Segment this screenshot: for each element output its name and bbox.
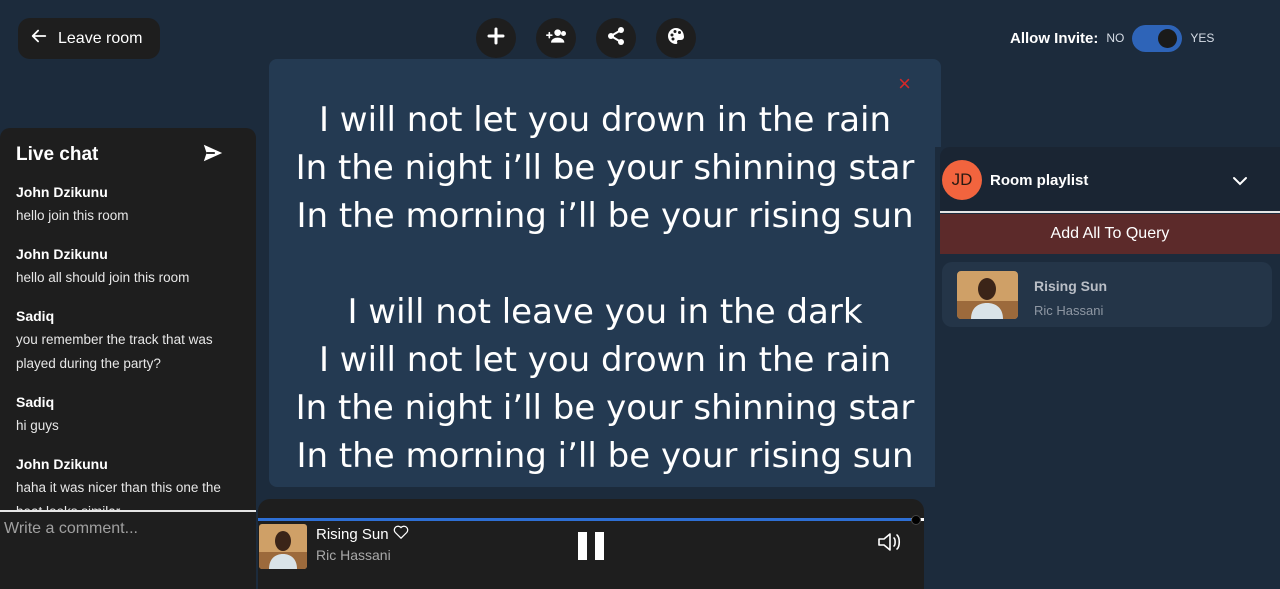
chat-messages[interactable]: John Dzikunu hello join this room John D…	[0, 180, 256, 510]
chat-message: Sadiq hi guys	[16, 390, 240, 438]
lyric-line: In the night i’ll be your shinning star	[295, 148, 915, 188]
message-text: you remember the track that was played d…	[16, 332, 213, 371]
lyric-gap	[269, 240, 941, 288]
chat-message: John Dzikunu hello join this room	[16, 180, 240, 228]
playlist-title: Room playlist	[990, 171, 1089, 189]
live-chat-panel: Live chat John Dzikunu hello join this r…	[0, 128, 256, 589]
lyric-line: In the morning i’ll be your rising sun	[296, 436, 914, 476]
message-author: Sadiq	[16, 394, 55, 410]
track-title: Rising Sun	[316, 525, 409, 543]
message-author: John Dzikunu	[16, 246, 108, 262]
allow-invite-control: Allow Invite: NO YES	[1010, 24, 1214, 52]
chat-message: John Dzikunu haha it was nicer than this…	[16, 452, 240, 510]
playlist-header[interactable]: JD Room playlist	[940, 147, 1280, 213]
lyric-line: I will not let you drown in the rain	[318, 100, 892, 140]
album-art	[259, 524, 307, 569]
message-text: hi guys	[16, 418, 59, 433]
room-playlist-panel: JD Room playlist Add All To Query Rising…	[935, 147, 1280, 589]
message-text: haha it was nicer than this one the beat…	[16, 480, 221, 510]
pause-bar	[578, 532, 587, 560]
chat-header: Live chat	[0, 128, 256, 172]
arrow-left-icon	[30, 27, 48, 50]
message-author: John Dzikunu	[16, 184, 108, 200]
song-title: Rising Sun	[1034, 278, 1108, 294]
plus-icon	[486, 26, 506, 51]
chat-title: Live chat	[16, 144, 99, 165]
room-actions	[476, 18, 696, 58]
leave-room-button[interactable]: Leave room	[18, 18, 160, 59]
chevron-down-icon[interactable]	[1232, 173, 1248, 191]
volume-icon	[876, 533, 904, 558]
lyric-line: I will not leave you in the dark	[347, 292, 863, 332]
add-all-to-query-button[interactable]: Add All To Query	[940, 214, 1280, 254]
comment-input[interactable]	[0, 514, 256, 544]
pause-button[interactable]	[578, 532, 604, 560]
avatar: JD	[942, 160, 982, 200]
progress-bar[interactable]	[258, 518, 924, 521]
add-user-icon	[546, 26, 566, 51]
lyrics-panel: × I will not let you drown in the rain I…	[269, 59, 941, 487]
message-text: hello join this room	[16, 208, 129, 223]
message-author: John Dzikunu	[16, 456, 108, 472]
palette-icon	[666, 26, 686, 51]
share-button[interactable]	[596, 18, 636, 58]
track-title-text: Rising Sun	[316, 525, 389, 543]
heart-icon[interactable]	[393, 525, 409, 543]
leave-room-label: Leave room	[58, 29, 143, 47]
toggle-yes-label: YES	[1190, 31, 1215, 45]
add-user-button[interactable]	[536, 18, 576, 58]
chat-divider	[0, 510, 256, 512]
toggle-no-label: NO	[1106, 31, 1125, 45]
message-author: Sadiq	[16, 308, 55, 324]
share-icon	[606, 26, 626, 51]
volume-button[interactable]	[876, 530, 904, 559]
lyric-line: I will not let you drown in the rain	[318, 340, 892, 380]
track-artist: Ric Hassani	[316, 547, 391, 563]
pause-bar	[595, 532, 604, 560]
add-button[interactable]	[476, 18, 516, 58]
allow-invite-label: Allow Invite:	[1010, 29, 1099, 47]
lyric-line: In the morning i’ll be your rising sun	[296, 196, 914, 236]
playlist-song-card[interactable]: Rising Sun Ric Hassani	[942, 262, 1272, 327]
song-artist: Ric Hassani	[1034, 303, 1104, 318]
close-icon[interactable]: ×	[898, 73, 911, 95]
chat-message: John Dzikunu hello all should join this …	[16, 242, 240, 290]
progress-knob[interactable]	[911, 515, 921, 525]
progress-fill	[258, 518, 911, 521]
playlist-divider	[940, 211, 1280, 213]
send-icon[interactable]	[202, 142, 224, 169]
theme-button[interactable]	[656, 18, 696, 58]
lyric-line: In the night i’ll be your shinning star	[295, 388, 915, 428]
chat-message: Sadiq you remember the track that was pl…	[16, 304, 240, 376]
message-text: hello all should join this room	[16, 270, 190, 285]
song-art	[957, 271, 1018, 319]
music-player: Rising Sun Ric Hassani	[258, 499, 924, 589]
allow-invite-toggle[interactable]	[1132, 24, 1183, 52]
